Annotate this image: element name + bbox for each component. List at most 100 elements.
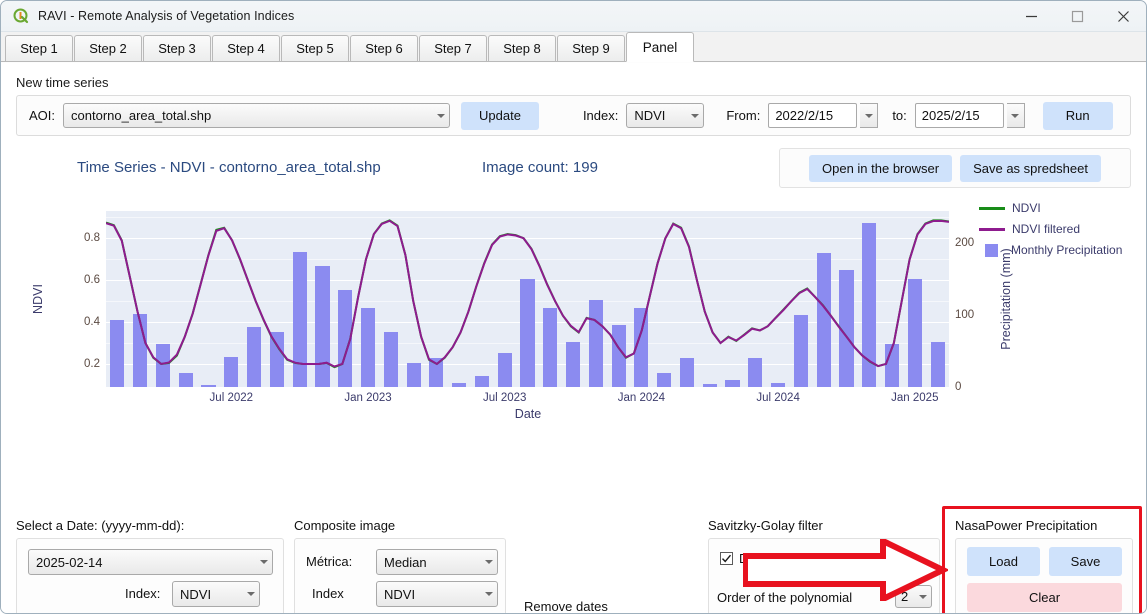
y-tick-label: 0.6 xyxy=(84,274,100,286)
from-date-field[interactable]: 2022/2/15 xyxy=(768,103,878,128)
to-date-field[interactable]: 2025/2/15 xyxy=(915,103,1025,128)
remove-dates-label: Remove dates xyxy=(524,599,608,614)
chart-y-axis-right-label: Precipitation (mm) xyxy=(999,248,1013,349)
metric-select[interactable]: Median xyxy=(376,549,498,575)
tab-step-1[interactable]: Step 1 xyxy=(5,35,73,61)
minimize-icon[interactable] xyxy=(1008,1,1054,32)
ravi-logo-icon xyxy=(13,8,29,24)
select-date-group: 2025-02-14 Index: NDVI Load RGB layer Lo… xyxy=(16,538,284,614)
title-bar: RAVI - Remote Analysis of Vegetation Ind… xyxy=(1,1,1146,32)
nasapower-save-button[interactable]: Save xyxy=(1049,547,1122,576)
y-tick-label: 0.8 xyxy=(84,232,100,244)
export-buttons-group: Open in the browser Save as spredsheet xyxy=(779,148,1131,188)
chevron-down-icon xyxy=(242,582,259,606)
aoi-select[interactable]: contorno_area_total.shp xyxy=(63,103,450,128)
composite-image-group: Métrica: Median Index NDVI Load composit… xyxy=(294,538,506,614)
tab-label: Step 1 xyxy=(20,41,58,56)
composite-index-select[interactable]: NDVI xyxy=(376,581,498,607)
chevron-down-icon[interactable] xyxy=(1007,103,1025,128)
date-index-select[interactable]: NDVI xyxy=(172,581,260,607)
ndvi-lines xyxy=(106,211,949,387)
tab-label: Step 4 xyxy=(227,41,265,56)
new-time-series-label: New time series xyxy=(16,75,108,90)
application-window: RAVI - Remote Analysis of Vegetation Ind… xyxy=(0,0,1147,614)
ndvi-filtered-line-swatch xyxy=(979,228,1005,231)
chart-plot-area: 0.20.40.60.8 0100200 Jul 2022Jan 2023Jul… xyxy=(106,211,949,387)
nasapower-label: NasaPower Precipitation xyxy=(955,518,1097,533)
nasapower-load-button[interactable]: Load xyxy=(967,547,1040,576)
legend-item-ndvi: NDVI xyxy=(979,201,1122,215)
index-select[interactable]: NDVI xyxy=(626,103,704,128)
open-in-browser-button[interactable]: Open in the browser xyxy=(809,155,952,182)
to-label: to: xyxy=(892,108,906,123)
new-time-series-group: AOI: contorno_area_total.shp Update Inde… xyxy=(16,95,1131,136)
y-tick-label: 0.2 xyxy=(84,358,100,370)
date-index-value: NDVI xyxy=(180,587,242,602)
checkbox-checked-icon[interactable] xyxy=(720,552,733,565)
nasapower-clear-button[interactable]: Clear xyxy=(967,583,1122,612)
composite-index-value: NDVI xyxy=(384,587,480,602)
tab-step-8[interactable]: Step 8 xyxy=(488,35,556,61)
x-tick-label: Jul 2024 xyxy=(756,392,799,404)
metric-value: Median xyxy=(384,555,480,570)
date-select[interactable]: 2025-02-14 xyxy=(28,549,273,575)
legend-label: NDVI xyxy=(1012,201,1041,215)
to-date-value: 2025/2/15 xyxy=(915,103,1004,128)
chevron-down-icon xyxy=(432,104,449,127)
legend-label: NDVI filtered xyxy=(1012,222,1080,236)
tab-label: Step 6 xyxy=(365,41,403,56)
red-arrow-annotation xyxy=(743,539,948,601)
tab-panel[interactable]: Panel xyxy=(626,32,694,62)
time-series-chart: NDVI Precipitation (mm) Date 0.20.40.60.… xyxy=(16,199,1131,431)
x-tick-label: Jul 2023 xyxy=(483,392,526,404)
y-tick-label-right: 100 xyxy=(955,309,974,321)
panel-content: New time series AOI: contorno_area_total… xyxy=(1,63,1146,613)
y-tick-label-right: 200 xyxy=(955,237,974,249)
y-tick-label-right: 0 xyxy=(955,381,961,393)
tab-label: Step 9 xyxy=(572,41,610,56)
tab-step-4[interactable]: Step 4 xyxy=(212,35,280,61)
chevron-down-icon xyxy=(686,104,703,127)
legend-label: Monthly Precipitation xyxy=(1011,243,1122,257)
tab-label: Step 3 xyxy=(158,41,196,56)
legend-item-ndvi-filtered: NDVI filtered xyxy=(979,222,1122,236)
update-button[interactable]: Update xyxy=(461,102,539,130)
index-label: Index: xyxy=(583,108,618,123)
tab-label: Step 7 xyxy=(434,41,472,56)
tab-step-3[interactable]: Step 3 xyxy=(143,35,211,61)
tab-step-6[interactable]: Step 6 xyxy=(350,35,418,61)
aoi-value: contorno_area_total.shp xyxy=(71,108,432,123)
tab-label: Step 5 xyxy=(296,41,334,56)
precipitation-bar-swatch xyxy=(985,244,998,257)
maximize-icon[interactable] xyxy=(1054,1,1100,32)
chevron-down-icon xyxy=(480,550,497,574)
aoi-label: AOI: xyxy=(29,108,55,123)
tab-label: Panel xyxy=(643,40,678,55)
savitzky-golay-label: Savitzky-Golay filter xyxy=(708,518,823,533)
chart-x-axis-label: Date xyxy=(515,407,541,421)
save-as-spreadsheet-button[interactable]: Save as spredsheet xyxy=(960,155,1101,182)
tab-step-2[interactable]: Step 2 xyxy=(74,35,142,61)
tab-label: Step 2 xyxy=(89,41,127,56)
window-title: RAVI - Remote Analysis of Vegetation Ind… xyxy=(38,9,294,23)
close-icon[interactable] xyxy=(1100,1,1146,32)
from-date-value: 2022/2/15 xyxy=(768,103,857,128)
image-count-label: Image count: 199 xyxy=(482,159,598,176)
from-label: From: xyxy=(726,108,760,123)
chevron-down-icon[interactable] xyxy=(860,103,878,128)
composite-index-label: Index xyxy=(312,586,344,601)
tab-step-7[interactable]: Step 7 xyxy=(419,35,487,61)
x-tick-label: Jan 2025 xyxy=(891,392,938,404)
tab-step-5[interactable]: Step 5 xyxy=(281,35,349,61)
tab-step-9[interactable]: Step 9 xyxy=(557,35,625,61)
chart-legend: NDVI NDVI filtered Monthly Precipitation xyxy=(979,201,1122,257)
ndvi-line-swatch xyxy=(979,207,1005,210)
legend-item-precipitation: Monthly Precipitation xyxy=(979,243,1122,257)
y-tick-label: 0.4 xyxy=(84,316,100,328)
nasapower-group: Load Save Clear xyxy=(955,538,1133,614)
select-date-label: Select a Date: (yyyy-mm-dd): xyxy=(16,518,184,533)
chevron-down-icon xyxy=(480,582,497,606)
x-tick-label: Jan 2024 xyxy=(618,392,665,404)
time-series-title: Time Series - NDVI - contorno_area_total… xyxy=(77,159,381,176)
run-button[interactable]: Run xyxy=(1043,102,1113,130)
